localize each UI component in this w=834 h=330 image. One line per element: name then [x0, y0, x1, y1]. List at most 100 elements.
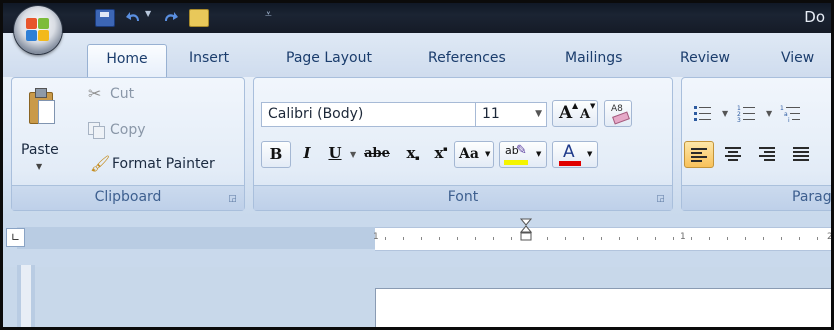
- font-color-glyph: A: [563, 142, 575, 162]
- format-painter-button[interactable]: 🖌 Format Painter: [90, 154, 240, 178]
- justify-button[interactable]: [786, 141, 816, 168]
- chevron-down-icon[interactable]: ▼: [535, 103, 542, 126]
- highlight-button[interactable]: ab ✎ ▼: [499, 141, 547, 168]
- italic-glyph: I: [303, 144, 311, 162]
- tab-review[interactable]: Review: [680, 50, 730, 66]
- svg-text:3: 3: [737, 117, 741, 122]
- align-right-icon: [759, 147, 775, 161]
- customize-toolbar-icon[interactable]: ⩡: [265, 7, 272, 22]
- align-center-button[interactable]: [718, 141, 748, 168]
- chevron-down-icon[interactable]: ▼: [722, 109, 728, 118]
- document-page[interactable]: [375, 288, 831, 327]
- numbering-button[interactable]: 1 2 3: [732, 100, 762, 127]
- align-center-icon: [725, 147, 741, 161]
- redo-icon[interactable]: [161, 9, 179, 25]
- tab-mailings[interactable]: Mailings: [565, 50, 622, 66]
- ruler-ticks: [385, 237, 825, 240]
- font-name-value: Calibri (Body): [268, 106, 364, 122]
- grow-font-button[interactable]: A ▲ A ▼: [552, 100, 598, 127]
- chevron-down-icon[interactable]: ▼: [350, 150, 356, 159]
- paragraph-group-label-text: Parag: [792, 189, 832, 205]
- tab-view[interactable]: View: [781, 50, 814, 66]
- superscript-mark-icon: ▪: [443, 145, 448, 153]
- paste-label: Paste: [21, 142, 59, 158]
- marker-icon: ✎: [516, 143, 527, 158]
- bullets-button[interactable]: [688, 100, 718, 127]
- font-color-bar: [559, 161, 581, 166]
- chevron-down-icon: ▼: [36, 162, 43, 171]
- dialog-launcher-icon[interactable]: ◲: [227, 194, 238, 205]
- numbering-icon: 1 2 3: [737, 105, 755, 124]
- dialog-launcher-icon[interactable]: ◲: [655, 194, 666, 205]
- change-case-glyph: Aa: [459, 146, 479, 162]
- tab-selector[interactable]: ∟: [6, 228, 25, 247]
- quick-access-toolbar: ▼: [85, 6, 255, 28]
- align-right-button[interactable]: [752, 141, 782, 168]
- multilevel-list-icon: 1 a i: [780, 105, 800, 124]
- ruler-margin: [17, 227, 375, 249]
- paragraph-group-label: Parag: [682, 185, 832, 210]
- font-group-label: Font: [254, 185, 672, 210]
- vertical-ruler[interactable]: [17, 265, 35, 327]
- horizontal-ruler[interactable]: 1 1 2: [373, 218, 831, 251]
- paste-icon: [26, 88, 55, 124]
- font-group: Calibri (Body) ▼ 11 ▼ A ▲ A ▼ A8: [253, 77, 673, 211]
- copy-button[interactable]: Copy: [88, 120, 178, 144]
- tab-home[interactable]: Home: [87, 44, 167, 77]
- window-title: Do: [804, 8, 825, 26]
- tab-insert[interactable]: Insert: [189, 50, 229, 66]
- indent-marker-icon[interactable]: [519, 218, 533, 248]
- italic-button[interactable]: I: [294, 141, 320, 168]
- tab-references[interactable]: References: [428, 50, 506, 66]
- justify-icon: [793, 147, 809, 161]
- chevron-down-icon[interactable]: ▼: [485, 150, 490, 158]
- folder-icon[interactable]: [189, 9, 209, 27]
- tab-page-layout[interactable]: Page Layout: [286, 50, 372, 66]
- highlight-color-bar: [504, 160, 528, 165]
- cut-button[interactable]: ✂ Cut: [88, 84, 178, 108]
- eraser-icon: A8: [609, 104, 630, 125]
- font-size-combo[interactable]: 11 ▼: [475, 102, 547, 127]
- align-left-button[interactable]: [684, 141, 714, 168]
- scissors-icon: ✂: [88, 84, 102, 103]
- font-color-button[interactable]: A ▼: [552, 141, 598, 168]
- paragraph-group: ▼ 1 2 3 ▼ 1 a i Parag: [681, 77, 832, 211]
- underline-glyph: U: [328, 144, 342, 162]
- copy-icon: [88, 122, 105, 139]
- format-painter-label: Format Painter: [112, 156, 215, 172]
- title-bar: ▼ ⩡ Do: [3, 3, 831, 33]
- strikethrough-button[interactable]: abe: [360, 141, 394, 168]
- cut-label: Cut: [110, 86, 135, 102]
- paste-button[interactable]: Paste ▼: [16, 84, 66, 180]
- change-case-button[interactable]: Aa ▼: [454, 141, 494, 168]
- shrink-font-glyph: A: [580, 107, 591, 122]
- chevron-down-icon[interactable]: ▼: [766, 109, 772, 118]
- chevron-down-icon[interactable]: ▼: [145, 9, 153, 25]
- save-icon[interactable]: [95, 9, 115, 27]
- strikethrough-glyph: abe: [364, 146, 390, 161]
- grow-font-glyph: A: [559, 103, 573, 123]
- underline-button[interactable]: U: [322, 141, 348, 168]
- vertical-ruler-strip: [21, 265, 31, 327]
- copy-label: Copy: [110, 122, 146, 138]
- clear-formatting-button[interactable]: A8: [604, 100, 632, 127]
- office-logo-icon: [26, 18, 50, 42]
- ribbon-tabs: Home Insert Page Layout References Maili…: [3, 33, 831, 77]
- multilevel-list-button[interactable]: 1 a i: [776, 100, 806, 127]
- clipboard-group: Paste ▼ ✂ Cut Copy 🖌 Format Painter Clip…: [11, 77, 245, 211]
- font-name-combo[interactable]: Calibri (Body) ▼: [261, 102, 505, 127]
- bold-button[interactable]: B: [261, 141, 291, 168]
- office-button[interactable]: [14, 6, 62, 54]
- window-frame: ▼ ⩡ Do Home Insert Page Layout Reference…: [0, 0, 834, 330]
- superscript-button[interactable]: x ▪: [426, 141, 452, 168]
- caret-icon: ▼: [590, 102, 596, 110]
- font-size-value: 11: [482, 106, 500, 122]
- undo-icon[interactable]: [125, 9, 143, 25]
- chevron-down-icon[interactable]: ▼: [587, 150, 592, 158]
- clipboard-group-label: Clipboard: [12, 185, 244, 210]
- chevron-down-icon[interactable]: ▼: [536, 150, 541, 158]
- subscript-mark-icon: ▪: [415, 154, 420, 162]
- svg-text:i: i: [788, 117, 790, 122]
- subscript-button[interactable]: x ▪: [398, 141, 424, 168]
- ruler-area: 1 1 2: [3, 215, 831, 267]
